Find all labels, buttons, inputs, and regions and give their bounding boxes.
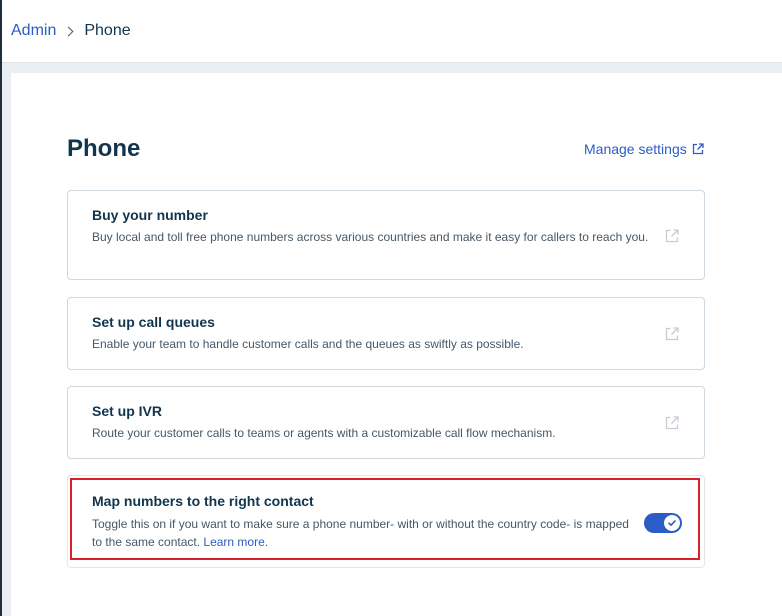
external-link-icon[interactable] (664, 228, 680, 244)
check-icon (668, 520, 676, 526)
manage-settings-link[interactable]: Manage settings (584, 140, 704, 158)
external-link-icon[interactable] (664, 415, 680, 431)
card-title: Buy your number (92, 207, 208, 223)
chevron-right-icon (63, 26, 74, 36)
card-description: Buy local and toll free phone numbers ac… (92, 230, 649, 244)
card-description: Toggle this on if you want to make sure … (92, 515, 632, 551)
external-link-icon (692, 143, 704, 155)
card-buy-number[interactable]: Buy your number Buy local and toll free … (67, 190, 705, 280)
main-panel: Phone Manage settings Buy your number Bu… (11, 73, 782, 616)
card-ivr[interactable]: Set up IVR Route your customer calls to … (67, 386, 705, 459)
card-title: Set up call queues (92, 314, 215, 330)
card-call-queues[interactable]: Set up call queues Enable your team to h… (67, 297, 705, 370)
sidebar-edge (0, 0, 2, 616)
breadcrumb-admin-link[interactable]: Admin (11, 21, 56, 41)
card-title: Set up IVR (92, 403, 163, 419)
toggle-knob (664, 515, 680, 531)
card-description: Route your customer calls to teams or ag… (92, 426, 556, 440)
learn-more-link[interactable]: Learn more. (203, 535, 268, 549)
map-numbers-toggle[interactable] (644, 513, 682, 533)
map-numbers-description: Toggle this on if you want to make sure … (92, 517, 629, 549)
breadcrumb: Admin Phone (11, 21, 131, 41)
card-title: Map numbers to the right contact (92, 493, 314, 509)
external-link-icon[interactable] (664, 326, 680, 342)
page-title: Phone (67, 135, 141, 162)
card-description: Enable your team to handle customer call… (92, 337, 524, 351)
top-bar: Admin Phone (0, 0, 782, 63)
breadcrumb-current: Phone (84, 22, 131, 39)
card-map-numbers: Map numbers to the right contact Toggle … (67, 475, 705, 568)
manage-settings-label: Manage settings (584, 141, 687, 157)
